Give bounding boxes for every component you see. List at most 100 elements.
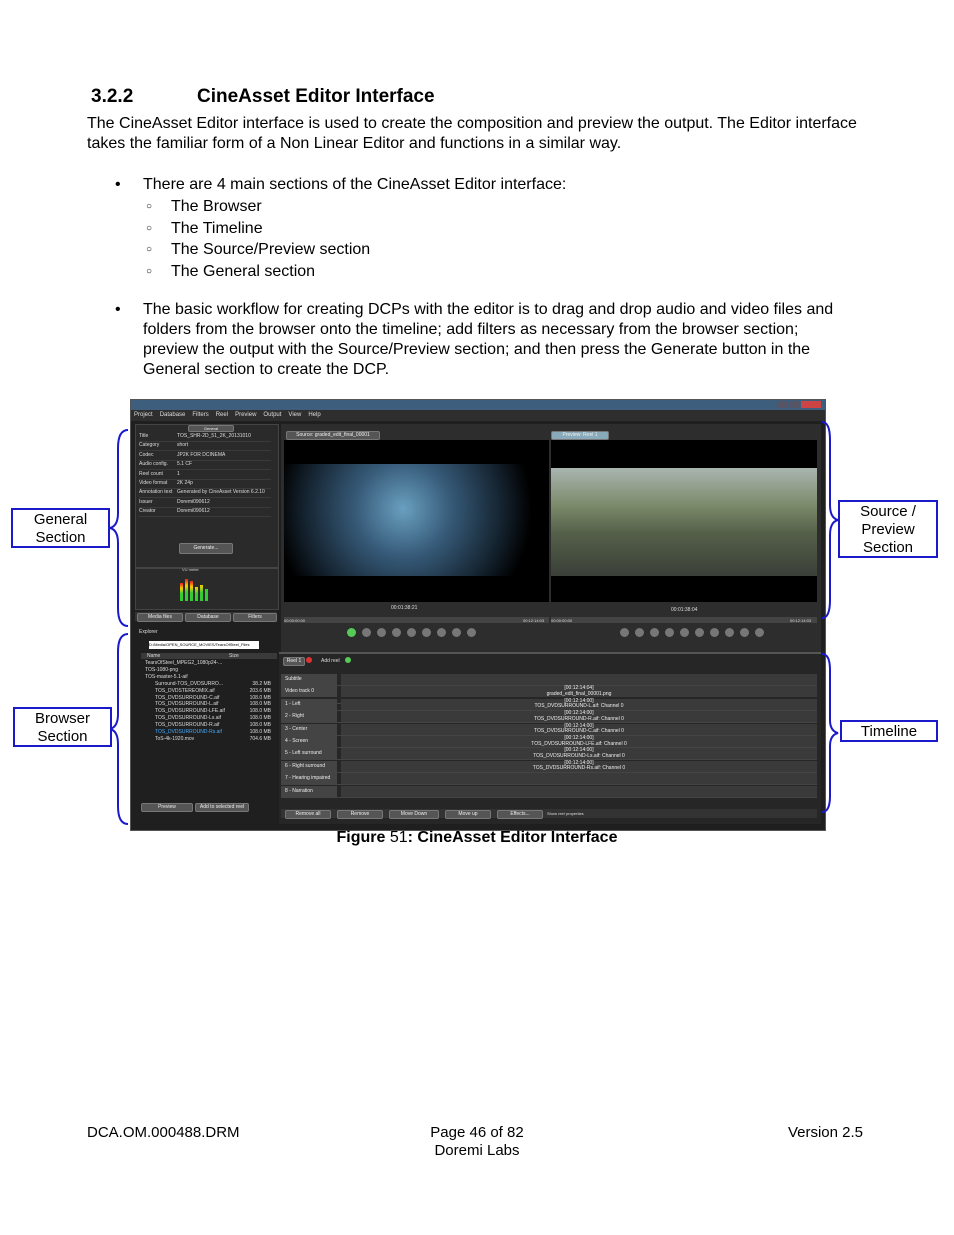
- remove-reel-icon[interactable]: [306, 657, 312, 663]
- file-list-item[interactable]: TOS-master-5.1-aif: [141, 674, 277, 680]
- menu-filters[interactable]: Filters: [192, 412, 208, 418]
- track-clip[interactable]: [341, 773, 817, 785]
- playback-control-icon[interactable]: [437, 628, 446, 637]
- track-clip[interactable]: [341, 674, 817, 685]
- track-label[interactable]: Subtitle: [281, 674, 337, 685]
- file-list-item[interactable]: TOS_DVDSURROUND-R.aif 108.0 MB: [141, 722, 277, 728]
- timeline-track: 5 - Left surround [00:12:14:00] TOS_DVDSUR…: [281, 748, 817, 761]
- file-list-item[interactable]: TOS_DVDSURROUND-Ls.aif 108.0 MB: [141, 715, 277, 721]
- preview-button[interactable]: Preview: [141, 803, 193, 812]
- menu-project[interactable]: Project: [134, 412, 153, 418]
- track-label[interactable]: 8 - Narration: [281, 785, 337, 797]
- file-list-item[interactable]: TOS_DVDSTEREOMIX.aif 203.6 MB: [141, 688, 277, 694]
- track-label[interactable]: 3 - Center: [281, 723, 337, 735]
- file-list-item[interactable]: TearsOfSteel_MPEG2_1080p24-...: [141, 660, 277, 666]
- file-list-item[interactable]: Surround-TOS_DVDSURRO... 38.2 MB: [141, 681, 277, 687]
- add-reel-label[interactable]: Add reel: [321, 658, 340, 664]
- timeline-track: 3 - Center [00:12:14:00] TOS_DVDSURROUND-C…: [281, 723, 817, 736]
- playback-control-icon[interactable]: [362, 628, 371, 637]
- property-value[interactable]: short: [177, 442, 188, 448]
- source-tab[interactable]: Source: graded_edit_final_00001: [286, 431, 380, 440]
- remove-button[interactable]: Remove: [337, 810, 383, 819]
- track-label[interactable]: 4 - Screen: [281, 736, 337, 747]
- add-to-reel-button[interactable]: Add to selected reel: [195, 803, 249, 812]
- preview-frame-image: [551, 468, 817, 576]
- playback-control-icon[interactable]: [650, 628, 659, 637]
- file-list-item[interactable]: TOS_DVDSURROUND-C.aif 108.0 MB: [141, 695, 277, 701]
- playback-control-icon[interactable]: [377, 628, 386, 637]
- property-value[interactable]: 5.1 CF: [177, 461, 192, 467]
- close-icon[interactable]: [801, 401, 821, 408]
- track-clip[interactable]: [00:12:14:00] TOS_DVDSURROUND-R.aif: Chan…: [341, 711, 817, 723]
- playback-control-icon[interactable]: [422, 628, 431, 637]
- preview-scrubber[interactable]: [551, 617, 817, 623]
- playback-control-icon[interactable]: [407, 628, 416, 637]
- playback-control-icon[interactable]: [740, 628, 749, 637]
- track-clip[interactable]: [00:12:14:00] TOS_DVDSURROUND-Ls.aif: Cha…: [341, 748, 817, 760]
- track-label[interactable]: Video track 0: [281, 686, 337, 698]
- menu-view[interactable]: View: [288, 412, 301, 418]
- track-clip[interactable]: [341, 785, 817, 797]
- playback-control-icon[interactable]: [635, 628, 644, 637]
- property-value[interactable]: TOS_SHR-2D_51_2K_20131010: [177, 433, 251, 439]
- add-reel-icon[interactable]: [345, 657, 351, 663]
- playback-control-icon[interactable]: [347, 628, 356, 637]
- menu-reel[interactable]: Reel: [216, 412, 228, 418]
- track-clip[interactable]: [00:12:14:04] graded_edit_final_00001.png: [341, 686, 817, 698]
- track-clip[interactable]: [00:12:14:00] TOS_DVDSURROUND-L.aif: Chan…: [341, 698, 817, 710]
- file-list-item[interactable]: TOS_DVDSURROUND-LFE.aif 108.0 MB: [141, 708, 277, 714]
- tab-database[interactable]: Database: [185, 613, 231, 622]
- track-label[interactable]: 5 - Left surround: [281, 748, 337, 760]
- property-value[interactable]: 2K 24p: [177, 480, 193, 486]
- file-list-item[interactable]: ToS-4k-1920.mov 704.6 MB: [141, 736, 277, 742]
- minimize-icon[interactable]: [777, 401, 788, 408]
- menu-preview[interactable]: Preview: [235, 412, 256, 418]
- track-clip[interactable]: [00:12:14:00] TOS_DVDSURROUND-C.aif: Chan…: [341, 723, 817, 735]
- menu-help[interactable]: Help: [308, 412, 320, 418]
- tab-filters[interactable]: Filters: [233, 613, 277, 622]
- effects-button[interactable]: Effects...: [497, 810, 543, 819]
- playback-control-icon[interactable]: [452, 628, 461, 637]
- reel-tab[interactable]: Reel 1: [283, 657, 305, 666]
- playback-control-icon[interactable]: [695, 628, 704, 637]
- playback-control-icon[interactable]: [392, 628, 401, 637]
- property-value[interactable]: Doremi090612: [177, 499, 210, 505]
- source-scrubber[interactable]: [284, 617, 549, 623]
- playback-control-icon[interactable]: [467, 628, 476, 637]
- property-value[interactable]: JP2K FOR DCINEMA: [177, 452, 225, 458]
- track-label[interactable]: 6 - Right surround: [281, 760, 337, 772]
- playback-control-icon[interactable]: [710, 628, 719, 637]
- property-value[interactable]: Doremi090612: [177, 508, 210, 514]
- track-label[interactable]: 1 - Left: [281, 698, 337, 710]
- maximize-icon[interactable]: [789, 401, 800, 408]
- property-key: Creator: [139, 508, 156, 515]
- track-clip[interactable]: [00:12:14:00] TOS_DVDSURROUND-Rs.aif: Cha…: [341, 760, 817, 772]
- menu-database[interactable]: Database: [160, 412, 186, 418]
- generate-button[interactable]: Generate...: [179, 543, 233, 554]
- track-label[interactable]: 2 - Right: [281, 711, 337, 723]
- timeline-track: 1 - Left [00:12:14:00] TOS_DVDSURROUND-L.a…: [281, 698, 817, 711]
- track-clip[interactable]: [00:12:14:00] TOS_DVDSURROUND-LFE.aif: Ch…: [341, 735, 817, 747]
- show-reel-properties[interactable]: Show reel properties: [547, 811, 584, 816]
- file-list-item[interactable]: TOS-1080-png: [141, 667, 277, 673]
- property-value[interactable]: 1: [177, 471, 180, 477]
- tab-media-files[interactable]: Media files: [137, 613, 183, 622]
- playback-control-icon[interactable]: [725, 628, 734, 637]
- remove-all-button[interactable]: Remove all: [285, 810, 331, 819]
- general-tab[interactable]: General: [188, 425, 234, 432]
- playback-control-icon[interactable]: [665, 628, 674, 637]
- menu-output[interactable]: Output: [263, 412, 281, 418]
- playback-control-icon[interactable]: [620, 628, 629, 637]
- preview-tab[interactable]: Preview: Reel 1: [551, 431, 609, 440]
- path-field[interactable]: D:/Media/OPEN_SOURCE_MOVIES/TearsOfSteel…: [149, 641, 259, 649]
- property-value[interactable]: Generated by CineAsset Version 6.2.10: [177, 489, 265, 495]
- move-up-button[interactable]: Move up: [445, 810, 491, 819]
- playback-control-icon[interactable]: [680, 628, 689, 637]
- file-list-item[interactable]: TOS_DVDSURROUND-L.aif 108.0 MB: [141, 701, 277, 707]
- track-label[interactable]: 7 - Hearing impaired: [281, 773, 337, 785]
- name-column-header[interactable]: Name: [147, 653, 160, 659]
- playback-control-icon[interactable]: [755, 628, 764, 637]
- file-list-item[interactable]: TOS_DVDSURROUND-Rs.aif 108.0 MB: [141, 729, 277, 735]
- size-column-header[interactable]: Size: [229, 653, 239, 659]
- move-down-button[interactable]: Move Down: [389, 810, 439, 819]
